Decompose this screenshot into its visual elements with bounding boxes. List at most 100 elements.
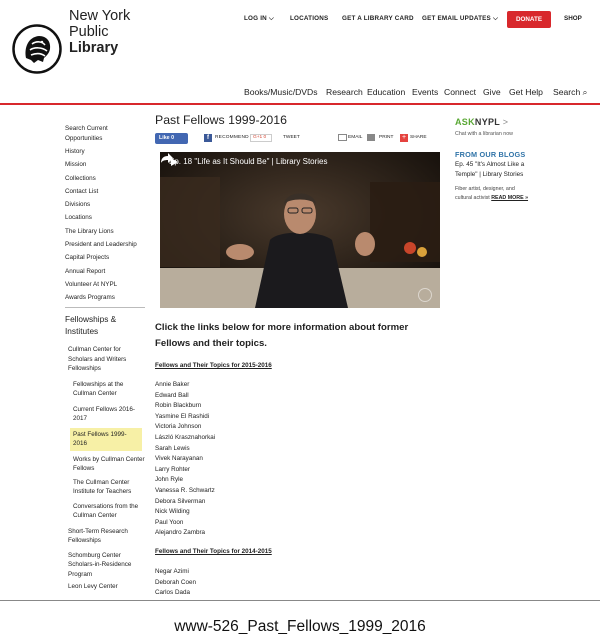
fellows-2015-2016-heading[interactable]: Fellows and Their Topics for 2015-2016 (155, 362, 272, 369)
header-divider (0, 103, 600, 105)
share-bar: Like 0 f RECOMMEND G+1 0 TWEET EMAIL PRI… (155, 132, 440, 146)
fellow-name[interactable]: Vivek Narayanan (155, 454, 305, 465)
print-link[interactable]: PRINT (379, 135, 393, 140)
sidebar-item-collections[interactable]: Collections (65, 172, 145, 185)
sidebar-item-annual-report[interactable]: Annual Report (65, 265, 145, 278)
fellow-name[interactable]: Deborah Coen (155, 578, 305, 589)
fellow-name[interactable]: Vanessa R. Schwartz (155, 486, 305, 497)
fellow-name[interactable]: Negar Azimi (155, 567, 305, 578)
blog-post-description: Fiber artist, designer, and cultural act… (455, 185, 530, 203)
shop-link[interactable]: SHOP (564, 14, 582, 24)
fellow-name[interactable]: John Ryle (155, 475, 305, 486)
read-more-link[interactable]: READ MORE » (491, 195, 528, 201)
nypl-lion-logo[interactable] (12, 24, 62, 74)
subnav-leon-levy[interactable]: Leon Levy Center (68, 582, 146, 592)
fellow-name[interactable]: Larry Rohter (155, 465, 305, 476)
subnav-schomburg-scholars[interactable]: Schomburg Center Scholars-in-Residence P… (68, 551, 146, 580)
recommend-link[interactable]: RECOMMEND (215, 135, 249, 140)
share-plus-icon: + (400, 134, 408, 142)
tweet-link[interactable]: TWEET (283, 135, 300, 140)
blog-post-title[interactable]: Ep. 45 "It's Almost Like a Temple" | Lib… (455, 160, 535, 180)
sidebar-item-search-opportunities[interactable]: Search Current Opportunities (65, 124, 145, 143)
fellows-2014-2015-list: Negar Azimi Deborah Coen Carlos Dada (155, 567, 305, 599)
sidebar-item-library-lions[interactable]: The Library Lions (65, 225, 145, 238)
search-icon: ⌕ (582, 87, 588, 97)
sidebar-item-contact-list[interactable]: Contact List (65, 185, 145, 198)
login-label: LOG IN (244, 15, 267, 22)
fellow-name[interactable]: Carlos Dada (155, 588, 305, 599)
subnav-conversations[interactable]: Conversations from the Cullman Center (68, 502, 146, 521)
page: New York Public Library LOG IN ⌵ LOCATION… (0, 0, 600, 600)
brand-line-3: Library (69, 40, 119, 56)
locations-link[interactable]: LOCATIONS (290, 14, 328, 24)
ask-nypl-nypl: NYPL (474, 117, 500, 127)
intro-text: Click the links below for more informati… (155, 322, 409, 349)
fellow-name[interactable]: Nick Wilding (155, 507, 305, 518)
fellow-name[interactable]: Sarah Lewis (155, 444, 305, 455)
fellow-name[interactable]: László Krasznahorkai (155, 433, 305, 444)
ask-nypl-subtitle: Chat with a librarian now (455, 131, 513, 137)
google-plus-button[interactable]: G+1 0 (250, 134, 272, 142)
library-card-link[interactable]: GET A LIBRARY CARD (342, 14, 414, 24)
sidebar-item-president-leadership[interactable]: President and Leadership (65, 238, 145, 251)
print-icon (367, 134, 375, 141)
ask-nypl-ask: ASK (455, 117, 475, 127)
subnav-works-by-fellows[interactable]: Works by Cullman Center Fellows (68, 455, 146, 474)
main-nav: Books/Music/DVDs Research Education Even… (0, 86, 600, 100)
sidebar-section-title[interactable]: Fellowships & Institutes (65, 313, 145, 337)
nav-get-help[interactable]: Get Help (509, 86, 543, 98)
fellowships-subnav: Cullman Center for Scholars and Writers … (68, 345, 146, 592)
youtube-logo-icon[interactable] (418, 288, 432, 302)
nav-events[interactable]: Events (412, 86, 438, 98)
fellow-name[interactable]: Yasmine El Rashidi (155, 412, 305, 423)
blogs-heading[interactable]: FROM OUR BLOGS (455, 150, 526, 159)
sidebar-item-divisions[interactable]: Divisions (65, 198, 145, 211)
email-share-link[interactable]: EMAIL (348, 135, 362, 140)
fellows-2014-2015-heading[interactable]: Fellows and Their Topics for 2014-2015 (155, 548, 272, 555)
subnav-cullman-center[interactable]: Cullman Center for Scholars and Writers … (68, 345, 146, 374)
chevron-down-icon: ⌵ (492, 15, 498, 22)
facebook-like-button[interactable]: Like 0 (155, 133, 188, 144)
sidebar-item-volunteer[interactable]: Volunteer At NYPL (65, 278, 145, 291)
screenshot-caption: www-526_Past_Fellows_1999_2016 (174, 618, 426, 635)
subnav-fellowships-at-cullman[interactable]: Fellowships at the Cullman Center (68, 380, 146, 399)
page-title: Past Fellows 1999-2016 (155, 113, 287, 127)
subnav-short-term-research[interactable]: Short-Term Research Fellowships (68, 527, 146, 546)
sidebar-item-capital-projects[interactable]: Capital Projects (65, 251, 145, 264)
donate-button[interactable]: DONATE (507, 11, 551, 28)
email-updates-link[interactable]: GET EMAIL UPDATES ⌵ (422, 14, 498, 24)
facebook-icon: f (204, 134, 212, 142)
sidebar-item-awards-programs[interactable]: Awards Programs (65, 291, 145, 304)
play-icon[interactable] (160, 152, 188, 172)
login-link[interactable]: LOG IN ⌵ (244, 14, 274, 24)
fellow-name[interactable]: Annie Baker (155, 380, 305, 391)
nav-books-music-dvds[interactable]: Books/Music/DVDs (244, 86, 318, 98)
sidebar-divider (65, 307, 145, 308)
subnav-institute-for-teachers[interactable]: The Cullman Center Institute for Teacher… (68, 478, 146, 497)
subnav-past-fellows-active[interactable]: Past Fellows 1999-2016 (70, 427, 142, 451)
fellow-name[interactable]: Victoria Johnson (155, 422, 305, 433)
fellow-name[interactable]: Debora Silverman (155, 497, 305, 508)
email-updates-label: GET EMAIL UPDATES (422, 15, 491, 22)
ask-nypl-link[interactable]: ASKNYPL > (455, 117, 508, 127)
nav-give[interactable]: Give (483, 86, 501, 98)
fellow-name[interactable]: Alejandro Zambra (155, 528, 305, 539)
video-title: Ep. 18 "Life as It Should Be" | Library … (169, 157, 328, 166)
video-player[interactable]: Ep. 18 "Life as It Should Be" | Library … (160, 152, 440, 308)
sidebar-item-locations[interactable]: Locations (65, 211, 145, 224)
nav-education[interactable]: Education (367, 86, 405, 98)
subnav-current-fellows[interactable]: Current Fellows 2016-2017 (68, 405, 146, 424)
fellows-2015-2016-list: Annie Baker Edward Ball Robin Blackburn … (155, 380, 305, 539)
search-link[interactable]: Search ⌕ (553, 86, 587, 98)
video-thumbnail (160, 152, 440, 308)
sidebar-item-history[interactable]: History (65, 145, 145, 158)
nav-research[interactable]: Research (326, 86, 363, 98)
fellow-name[interactable]: Edward Ball (155, 391, 305, 402)
sidebar-item-mission[interactable]: Mission (65, 158, 145, 171)
fellow-name[interactable]: Robin Blackburn (155, 401, 305, 412)
share-link[interactable]: SHARE (410, 135, 427, 140)
nav-connect[interactable]: Connect (444, 86, 476, 98)
fellow-name[interactable]: Paul Yoon (155, 518, 305, 529)
search-label: Search (553, 87, 581, 97)
chevron-right-icon: > (502, 117, 509, 127)
